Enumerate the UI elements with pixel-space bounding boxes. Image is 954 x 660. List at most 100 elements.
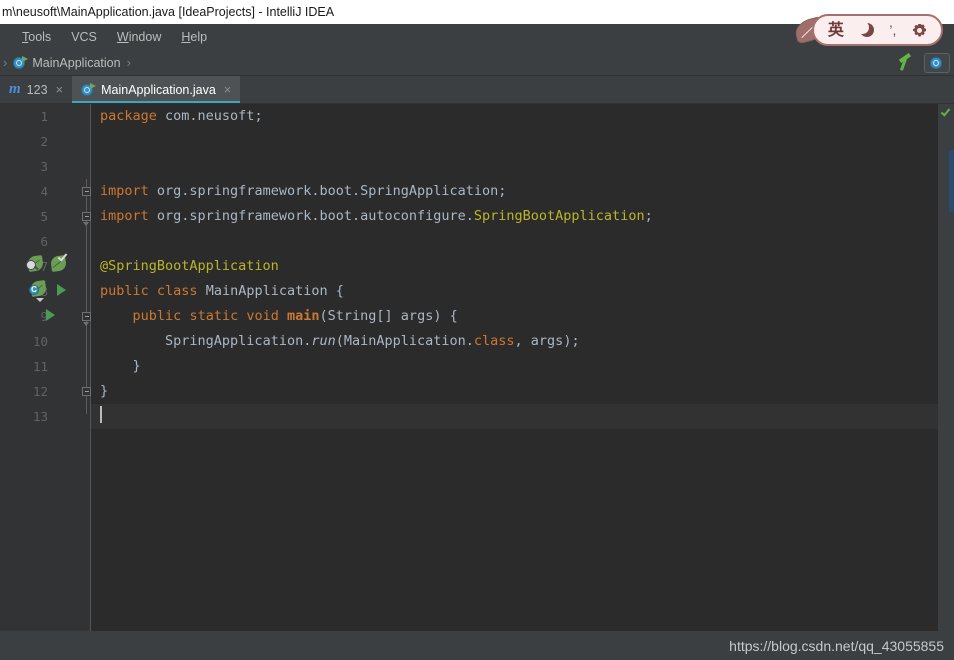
import-annotation-springbootapplication: SpringBootApplication xyxy=(473,208,645,224)
keyword-public: public xyxy=(132,308,182,324)
spring-bean-check-icon[interactable] xyxy=(50,251,68,272)
text-caret xyxy=(100,406,102,423)
method-signature-params: (String[] args) { xyxy=(319,308,458,324)
code-folding-column[interactable] xyxy=(82,104,91,631)
annotation-springbootapplication: @SpringBootApplication xyxy=(100,258,279,274)
breadcrumb-separator-right: › xyxy=(126,55,131,70)
inspection-gutter[interactable] xyxy=(938,104,954,631)
tab-123[interactable]: m 123 × xyxy=(0,76,72,103)
menu-rest-window: indow xyxy=(128,30,162,44)
spring-class-icon xyxy=(81,82,97,97)
gear-icon[interactable] xyxy=(912,23,927,38)
keyword-import: import xyxy=(100,183,149,199)
spring-config-bean-icon[interactable]: C xyxy=(29,280,47,297)
run-configuration-button[interactable] xyxy=(924,52,950,73)
tab-close-123[interactable]: × xyxy=(54,83,64,96)
tab-close-mainapplication-java[interactable]: × xyxy=(222,83,232,96)
code-line-5: import org.springframework.boot.autoconf… xyxy=(91,204,938,229)
tab-label-123: 123 xyxy=(26,82,48,97)
menu-label-vcs: VCS xyxy=(71,30,97,44)
run-class-icon[interactable] xyxy=(57,284,66,296)
no-errors-check-icon[interactable] xyxy=(940,106,951,117)
menu-item-tools[interactable]: Tools xyxy=(12,28,61,46)
build-project-button[interactable] xyxy=(894,52,916,74)
code-text-area[interactable]: package com.neusoft; import org.springfr… xyxy=(91,104,938,631)
breadcrumb-label: MainApplication xyxy=(32,55,121,70)
line-number: 9 xyxy=(40,309,48,324)
line-number: 5 xyxy=(40,209,48,224)
run-method-icon[interactable] xyxy=(46,309,55,321)
code-line-9: public static void main(String[] args) { xyxy=(91,304,938,329)
menu-rest-tools: ools xyxy=(28,30,52,44)
status-bar: https://blog.csdn.net/qq_43055855 xyxy=(0,631,954,660)
line-number: 11 xyxy=(32,359,48,374)
line-number: 4 xyxy=(40,184,48,199)
line-number: 12 xyxy=(32,384,48,399)
static-method-run: run xyxy=(311,333,336,349)
line-number: 6 xyxy=(40,234,48,249)
menu-item-vcs[interactable]: VCS xyxy=(61,28,107,46)
tab-label-mainapplication-java: MainApplication.java xyxy=(101,82,216,97)
spring-run-config-icon xyxy=(930,56,944,70)
code-line-7: @SpringBootApplication xyxy=(91,254,938,279)
fold-marker-line-5[interactable] xyxy=(82,212,91,221)
ime-mode-label[interactable]: 英 xyxy=(828,22,844,38)
line-number: 2 xyxy=(40,134,48,149)
close-brace-class: } xyxy=(100,383,109,399)
method-name-main: main xyxy=(287,308,320,324)
code-line-10: SpringApplication.run(MainApplication.cl… xyxy=(91,329,938,354)
keyword-static: static xyxy=(189,308,239,324)
menu-item-window[interactable]: Window xyxy=(107,28,171,46)
code-line-13 xyxy=(91,404,938,429)
window-title-text: m\neusoft\MainApplication.java [IdeaProj… xyxy=(2,5,335,19)
menu-rest-help: elp xyxy=(190,30,208,44)
close-brace-method: } xyxy=(132,358,141,374)
breadcrumb-separator-left: › xyxy=(3,55,8,70)
class-ref-springapplication: SpringApplication. xyxy=(165,333,312,349)
hammer-icon xyxy=(897,52,913,71)
code-editor: 1 2 3 4 5 6 7 8 9 10 11 12 13 C xyxy=(0,104,954,631)
editor-gutter[interactable]: 1 2 3 4 5 6 7 8 9 10 11 12 13 C xyxy=(0,104,91,631)
code-line-1: package com.neusoft; xyxy=(91,104,938,129)
fold-marker-line-11[interactable] xyxy=(82,387,91,396)
code-line-11: } xyxy=(91,354,938,379)
spring-bean-search-icon[interactable] xyxy=(26,255,44,272)
tab-mainapplication-java[interactable]: MainApplication.java × xyxy=(72,76,241,103)
moon-icon[interactable] xyxy=(855,21,874,37)
line-number: 10 xyxy=(32,334,48,349)
fold-marker-line-9[interactable] xyxy=(82,312,91,321)
class-name-mainapplication: MainApplication xyxy=(205,283,328,299)
fold-marker-line-4[interactable] xyxy=(82,187,91,196)
ime-toolbar-pill: 英 ’, xyxy=(812,14,943,46)
keyword-import: import xyxy=(100,208,149,224)
line-number: 1 xyxy=(40,109,48,124)
ime-floating-toolbar[interactable]: 英 ’, xyxy=(792,14,943,46)
menu-item-help[interactable]: Help xyxy=(171,28,217,46)
ime-punctuation-label[interactable]: ’, xyxy=(889,23,896,37)
line-number: 3 xyxy=(40,159,48,174)
menu-mnemonic-window: W xyxy=(116,30,129,44)
navigation-bar-actions xyxy=(894,52,954,74)
line-number: 13 xyxy=(32,409,48,424)
keyword-void: void xyxy=(246,308,279,324)
editor-tab-bar: m 123 × MainApplication.java × xyxy=(0,76,954,104)
run-dropdown-arrow-icon[interactable] xyxy=(36,298,44,302)
maven-icon: m xyxy=(9,81,21,97)
arg-args: , args); xyxy=(514,333,580,349)
watermark-text: https://blog.csdn.net/qq_43055855 xyxy=(729,637,944,654)
code-line-8: public class MainApplication { xyxy=(91,279,938,304)
keyword-class: class xyxy=(473,333,515,349)
editor-scrollbar-thumb[interactable] xyxy=(949,150,954,212)
spring-class-icon xyxy=(13,55,29,70)
semicolon: ; xyxy=(644,208,653,224)
import-path-autoconfigure: org.springframework.boot.autoconfigure. xyxy=(148,208,474,224)
import-path-springapplication: org.springframework.boot.SpringApplicati… xyxy=(148,183,507,199)
package-name: com.neusoft; xyxy=(156,108,263,124)
intellij-idea-window: m\neusoft\MainApplication.java [IdeaProj… xyxy=(0,0,954,660)
keyword-class: class xyxy=(156,283,198,299)
code-line-4: import org.springframework.boot.SpringAp… xyxy=(91,179,938,204)
breadcrumb-mainapplication[interactable]: MainApplication xyxy=(10,55,123,71)
